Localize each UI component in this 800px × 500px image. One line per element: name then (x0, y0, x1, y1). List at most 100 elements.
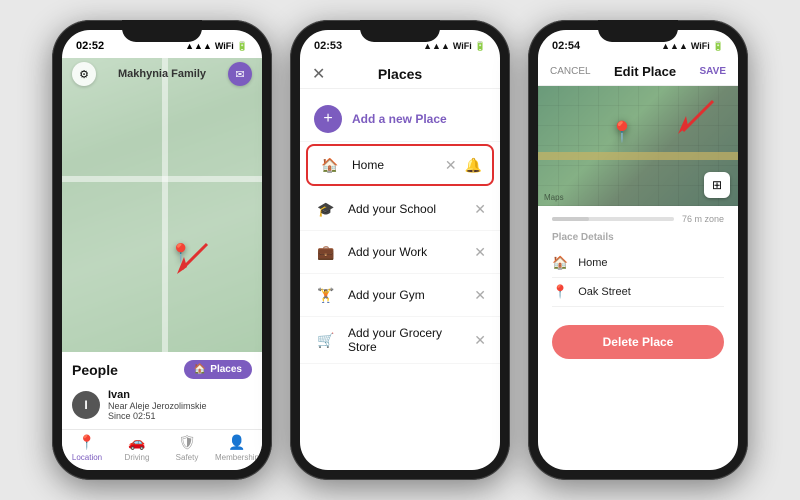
nav-location[interactable]: 📍 Location (62, 434, 112, 462)
family-name: Makhynia Family (118, 68, 206, 80)
wifi-icon-2: WiFi (453, 41, 472, 51)
aerial-arrow (668, 96, 718, 136)
grocery-icon: 🛒 (314, 328, 338, 352)
radius-fill (552, 217, 589, 221)
home-actions: ✕ 🔔 (445, 157, 482, 174)
wifi-icon: WiFi (215, 41, 234, 51)
place-grocery[interactable]: 🛒 Add your Grocery Store ✕ (300, 317, 500, 364)
aerial-pin: 📍 (610, 119, 635, 144)
delete-place-button[interactable]: Delete Place (552, 325, 724, 359)
map-road-vertical (162, 58, 168, 352)
nav-membership[interactable]: 👤 Membership (212, 434, 262, 462)
screen-3: 02:54 ▲▲▲ WiFi 🔋 CANCEL Edit Place SAVE … (538, 30, 738, 470)
membership-icon: 👤 (228, 434, 245, 451)
map-preview: 📍 Maps ⊞ (538, 86, 738, 206)
nav-safety[interactable]: 🛡 Safety (162, 434, 212, 462)
nav-driving-label: Driving (125, 453, 150, 462)
school-remove-icon[interactable]: ✕ (474, 201, 486, 218)
battery-icon-2: 🔋 (475, 41, 486, 52)
bottom-nav: 📍 Location 🚗 Driving 🛡 Safety 👤 Membersh… (62, 429, 262, 470)
avatar: I (72, 391, 100, 419)
place-gym[interactable]: 🏋 Add your Gym ✕ (300, 274, 500, 317)
places-button[interactable]: 🏠 Places (184, 360, 252, 379)
place-school[interactable]: 🎓 Add your School ✕ (300, 188, 500, 231)
place-home[interactable]: 🏠 Home ✕ 🔔 (306, 144, 494, 186)
place-work[interactable]: 💼 Add your Work ✕ (300, 231, 500, 274)
time-3: 02:54 (552, 40, 580, 52)
status-icons-1: ▲▲▲ WiFi 🔋 (185, 41, 248, 52)
phone-2: 02:53 ▲▲▲ WiFi 🔋 ✕ Places + Add a new Pl… (290, 20, 510, 480)
work-icon: 💼 (314, 240, 338, 264)
radius-label: 76 m zone (682, 214, 724, 224)
notch-1 (122, 20, 202, 42)
safety-icon: 🛡 (178, 434, 196, 451)
edit-place-title: Edit Place (614, 64, 676, 79)
user-since: Since 02:51 (108, 411, 207, 421)
signal-icon: ▲▲▲ (185, 41, 212, 51)
phone-1: 02:52 ▲▲▲ WiFi 🔋 ⚙ Makhynia Family ✉ 📍 (52, 20, 272, 480)
settings-icon: ⚙ (79, 68, 89, 81)
battery-icon: 🔋 (237, 41, 248, 52)
detail-home: 🏠 Home (552, 249, 724, 278)
edit-place-header: CANCEL Edit Place SAVE (538, 58, 738, 86)
signal-icon-3: ▲▲▲ (661, 41, 688, 51)
places-list: + Add a new Place 🏠 Home ✕ 🔔 🎓 Add your … (300, 89, 500, 470)
home-bell-icon[interactable]: 🔔 (465, 157, 482, 174)
map-arrow (172, 239, 212, 279)
radius-slider[interactable] (552, 217, 674, 221)
add-place-row[interactable]: + Add a new Place (300, 97, 500, 142)
places-title: Places (378, 66, 422, 82)
detail-home-icon: 🏠 (552, 255, 568, 271)
home-icon: 🏠 (318, 153, 342, 177)
battery-icon-3: 🔋 (713, 41, 724, 52)
cancel-button[interactable]: CANCEL (550, 66, 591, 77)
detail-address: 📍 Oak Street (552, 278, 724, 307)
nav-membership-label: Membership (215, 453, 259, 462)
user-name: Ivan (108, 389, 207, 401)
add-place-icon: + (314, 105, 342, 133)
places-label: Places (210, 364, 242, 375)
time-2: 02:53 (314, 40, 342, 52)
layers-icon: ⊞ (712, 178, 722, 192)
user-row: I Ivan Near Aleje Jerozolimskie Since 02… (72, 385, 252, 425)
aerial-road-h (538, 152, 738, 160)
maps-credit: Maps (544, 193, 564, 202)
settings-btn[interactable]: ⚙ (72, 62, 96, 86)
save-button[interactable]: SAVE (700, 66, 727, 77)
screen-1: 02:52 ▲▲▲ WiFi 🔋 ⚙ Makhynia Family ✉ 📍 (62, 30, 262, 470)
status-icons-3: ▲▲▲ WiFi 🔋 (661, 41, 724, 52)
work-remove-icon[interactable]: ✕ (474, 244, 486, 261)
phone-3: 02:54 ▲▲▲ WiFi 🔋 CANCEL Edit Place SAVE … (528, 20, 748, 480)
driving-icon: 🚗 (128, 434, 145, 451)
wifi-icon-3: WiFi (691, 41, 710, 51)
place-details: Place details 🏠 Home 📍 Oak Street (538, 228, 738, 311)
places-icon: 🏠 (194, 364, 206, 375)
nav-driving[interactable]: 🚗 Driving (112, 434, 162, 462)
detail-address-icon: 📍 (552, 284, 568, 300)
grocery-label: Add your Grocery Store (348, 326, 464, 354)
home-label: Home (352, 158, 435, 172)
signal-icon-2: ▲▲▲ (423, 41, 450, 51)
details-title: Place details (552, 232, 724, 243)
gym-label: Add your Gym (348, 288, 464, 302)
add-place-label: Add a new Place (352, 112, 447, 126)
message-btn[interactable]: ✉ (228, 62, 252, 86)
layers-button[interactable]: ⊞ (704, 172, 730, 198)
radius-bar: 76 m zone (538, 206, 738, 228)
notch-2 (360, 20, 440, 42)
user-location: Near Aleje Jerozolimskie (108, 401, 207, 411)
school-label: Add your School (348, 202, 464, 216)
time-1: 02:52 (76, 40, 104, 52)
detail-address-text: Oak Street (578, 286, 631, 298)
message-icon: ✉ (235, 68, 244, 81)
grocery-remove-icon[interactable]: ✕ (474, 332, 486, 349)
gym-remove-icon[interactable]: ✕ (474, 287, 486, 304)
screen-2: 02:53 ▲▲▲ WiFi 🔋 ✕ Places + Add a new Pl… (300, 30, 500, 470)
people-title: People (72, 362, 118, 378)
close-button[interactable]: ✕ (312, 64, 325, 84)
bottom-panel: People 🏠 Places I Ivan Near Aleje Jerozo… (62, 352, 262, 429)
status-icons-2: ▲▲▲ WiFi 🔋 (423, 41, 486, 52)
home-remove-icon[interactable]: ✕ (445, 157, 457, 174)
location-icon: 📍 (78, 434, 95, 451)
detail-home-text: Home (578, 257, 607, 269)
